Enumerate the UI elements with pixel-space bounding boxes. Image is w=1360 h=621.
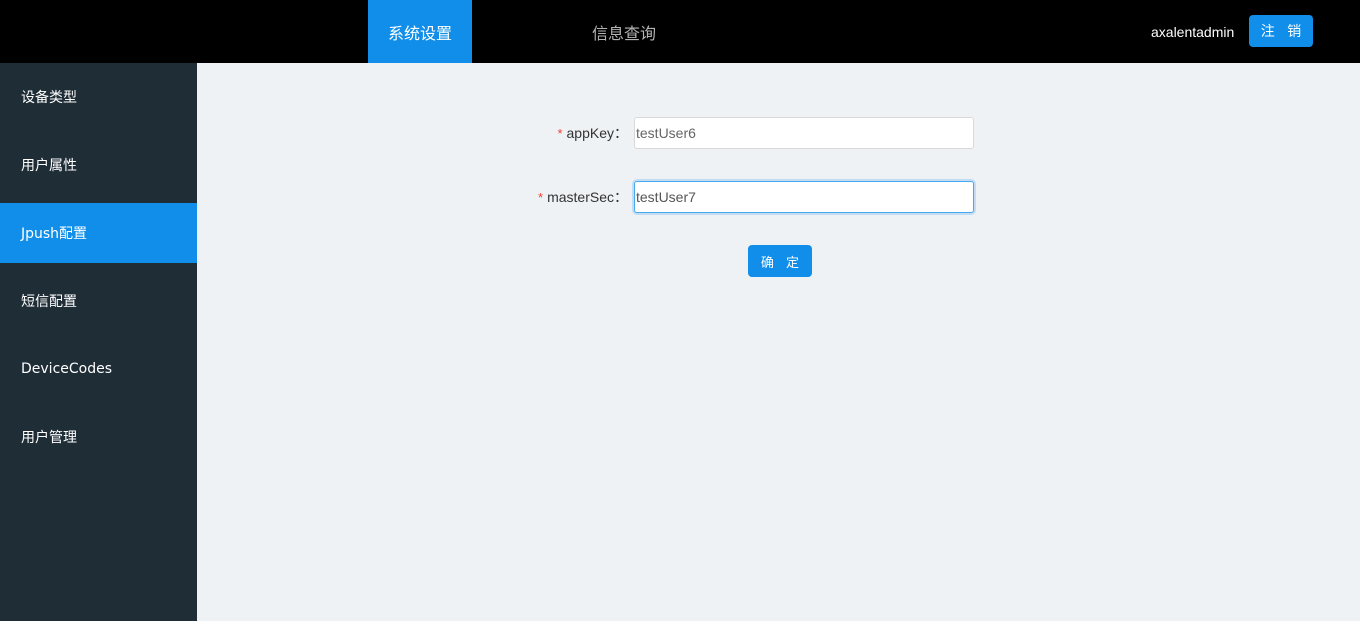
appkey-form-row: * appKey： [470,117,974,149]
username-label: axalentadmin [1151,24,1235,40]
mastersec-label-text: masterSec： [547,189,628,205]
sidebar-item-device-codes[interactable]: DeviceCodes [0,339,197,399]
appkey-label: * appKey： [470,123,634,143]
required-mark: * [538,190,544,205]
appkey-label-text: appKey： [566,125,628,141]
mastersec-input[interactable] [634,181,974,213]
sidebar-item-user-attributes[interactable]: 用户属性 [0,135,197,195]
sidebar-item-sms-config[interactable]: 短信配置 [0,271,197,331]
tab-info-query[interactable]: 信息查询 [572,0,676,63]
confirm-button[interactable]: 确 定 [748,245,812,277]
sidebar-item-user-management[interactable]: 用户管理 [0,407,197,467]
top-navigation-bar: 系统设置 信息查询 axalentadmin 注 销 [0,0,1360,63]
mastersec-form-row: * masterSec： [470,181,974,213]
logout-button[interactable]: 注 销 [1249,15,1313,47]
tab-system-settings[interactable]: 系统设置 [368,0,472,63]
sidebar-item-jpush-config[interactable]: Jpush配置 [0,203,197,263]
mastersec-label: * masterSec： [470,187,634,207]
appkey-input[interactable] [634,117,974,149]
required-mark: * [557,126,563,141]
sidebar: 设备类型 用户属性 Jpush配置 短信配置 DeviceCodes 用户管理 [0,63,197,621]
sidebar-item-device-type[interactable]: 设备类型 [0,67,197,127]
